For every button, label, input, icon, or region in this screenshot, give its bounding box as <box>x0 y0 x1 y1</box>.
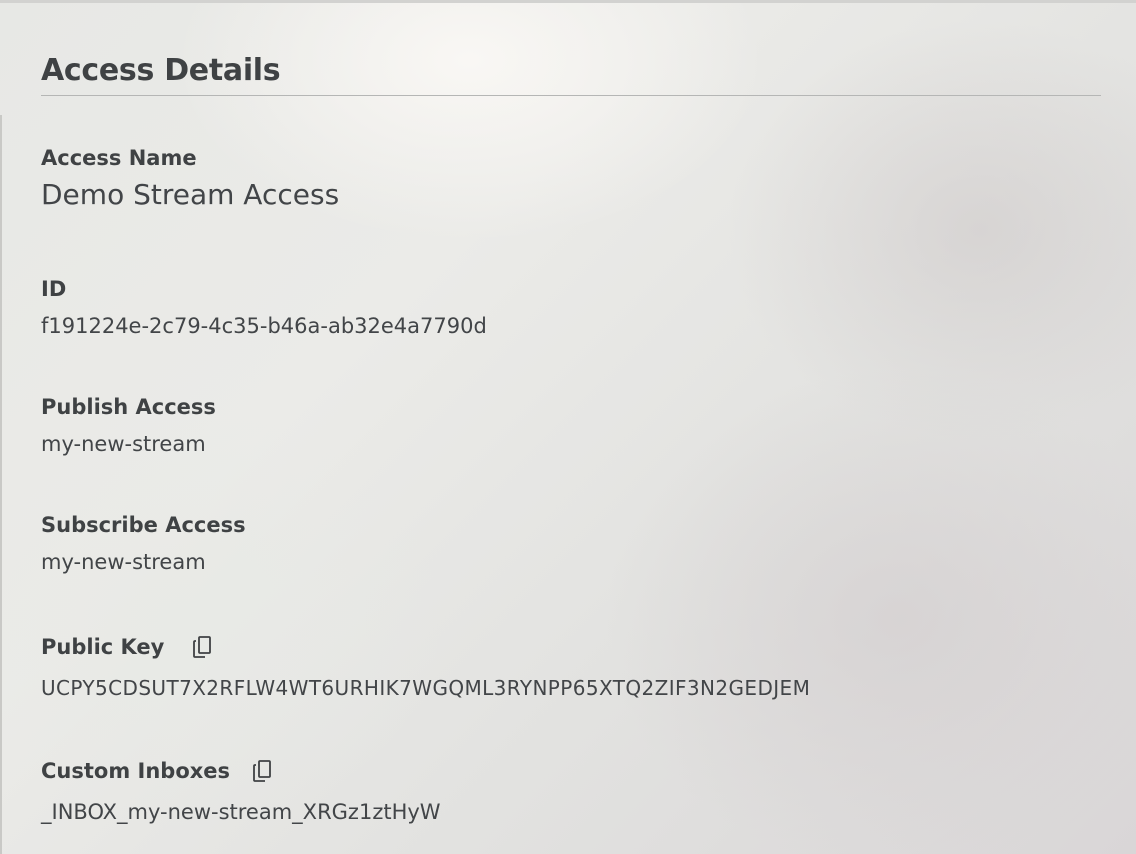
access-name-label: Access Name <box>41 146 197 170</box>
field-publish-access: Publish Access my-new-stream <box>41 393 216 459</box>
access-details-panel: Access Details Access Name Demo Stream A… <box>41 50 1101 824</box>
field-subscribe-access: Subscribe Access my-new-stream <box>41 511 246 577</box>
custom-inboxes-label-row: Custom Inboxes <box>41 757 441 785</box>
field-public-key: Public Key UCPY5CDSUT7X2RFLW4WT6URHIK7WG… <box>41 633 810 703</box>
id-value: f191224e-2c79-4c35-b46a-ab32e4a7790d <box>41 314 487 338</box>
title-divider <box>41 95 1101 96</box>
top-border <box>0 0 1136 3</box>
public-key-label-row: Public Key <box>41 633 810 661</box>
custom-inboxes-label: Custom Inboxes <box>41 759 231 783</box>
panel-title: Access Details <box>41 53 281 88</box>
public-key-value: UCPY5CDSUT7X2RFLW4WT6URHIK7WGQML3RYNPP65… <box>41 676 811 700</box>
field-id: ID f191224e-2c79-4c35-b46a-ab32e4a7790d <box>41 275 487 341</box>
copy-icon[interactable] <box>252 759 274 783</box>
public-key-label: Public Key <box>41 635 165 659</box>
custom-inboxes-value: _INBOX_my-new-stream_XRGz1ztHyW <box>41 800 441 824</box>
left-border <box>0 115 2 854</box>
copy-icon[interactable] <box>192 635 214 659</box>
field-custom-inboxes: Custom Inboxes _INBOX_my-new-stream_XRGz… <box>41 757 441 827</box>
id-label: ID <box>41 277 67 301</box>
publish-access-label: Publish Access <box>41 395 216 419</box>
subscribe-access-label: Subscribe Access <box>41 513 246 537</box>
access-name-value: Demo Stream Access <box>41 178 340 211</box>
field-access-name: Access Name Demo Stream Access <box>41 144 339 214</box>
publish-access-value: my-new-stream <box>41 432 206 456</box>
subscribe-access-value: my-new-stream <box>41 550 206 574</box>
